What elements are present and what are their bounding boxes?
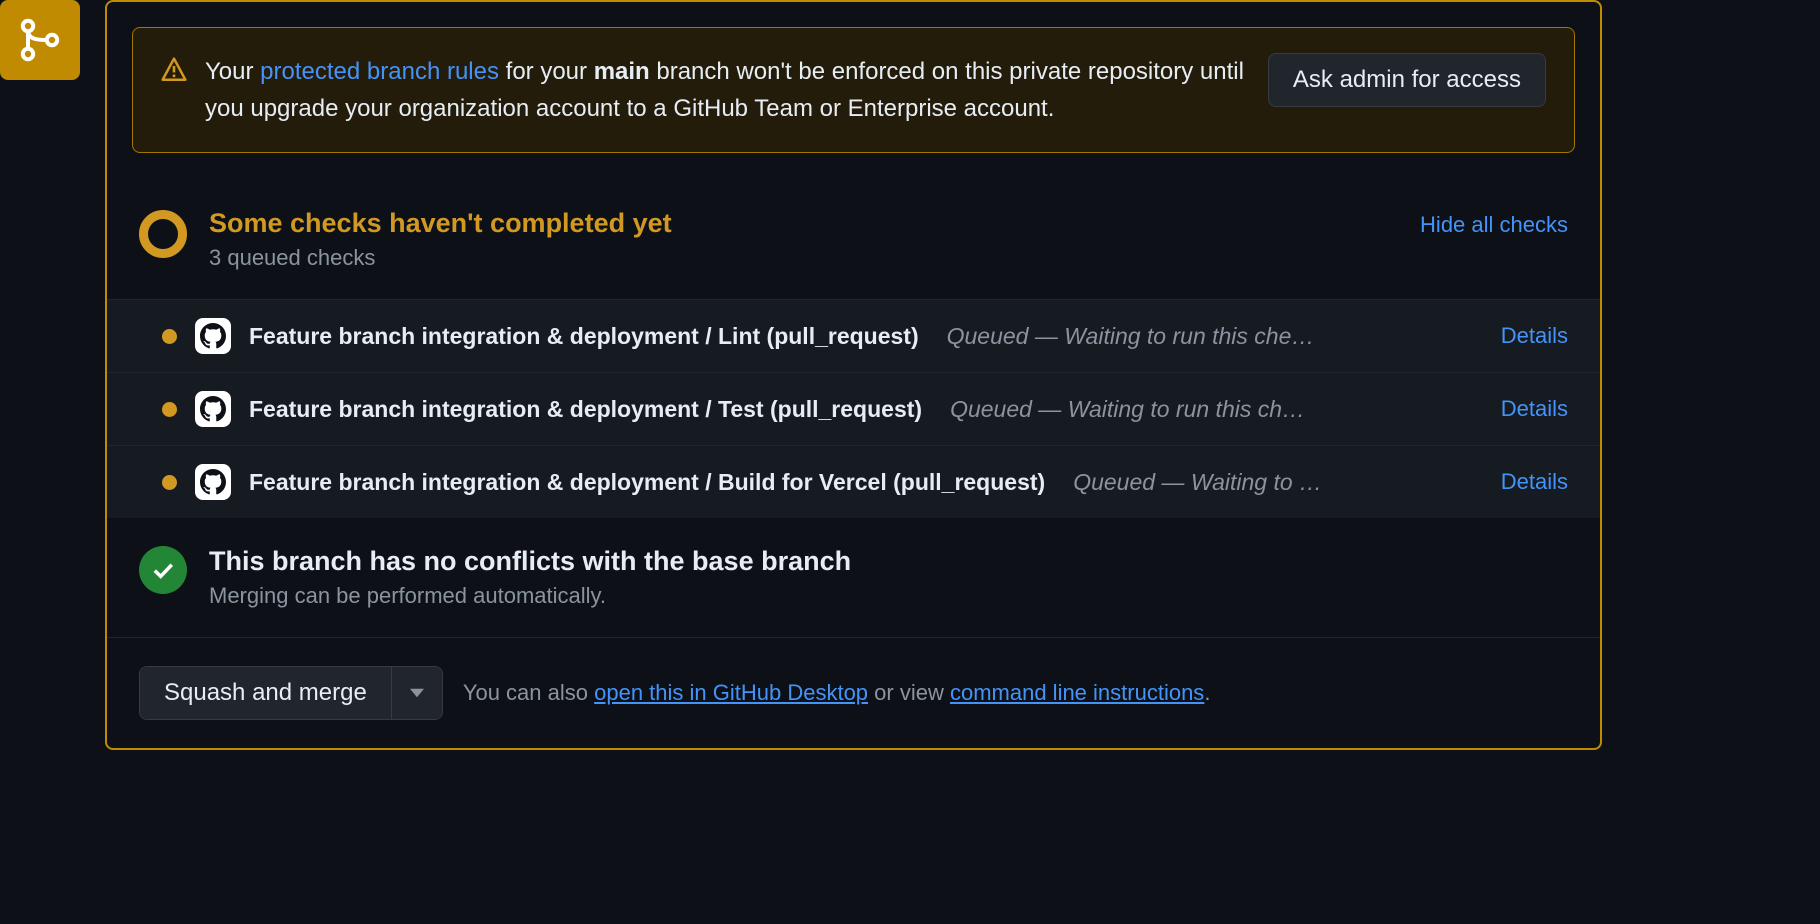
check-row: Feature branch integration & deployment … xyxy=(107,299,1600,372)
check-details-link[interactable]: Details xyxy=(1501,323,1568,349)
cli-instructions-link[interactable]: command line instructions xyxy=(950,680,1204,705)
open-desktop-link[interactable]: open this in GitHub Desktop xyxy=(594,680,868,705)
checks-summary: Some checks haven't completed yet 3 queu… xyxy=(107,178,1600,299)
github-actions-icon xyxy=(195,318,231,354)
conflict-title: This branch has no conflicts with the ba… xyxy=(209,546,851,577)
check-details-link[interactable]: Details xyxy=(1501,469,1568,495)
check-row: Feature branch integration & deployment … xyxy=(107,445,1600,518)
check-status: Queued — Waiting to run this ch… xyxy=(950,396,1483,423)
protected-branch-rules-link[interactable]: protected branch rules xyxy=(260,58,499,85)
git-merge-icon xyxy=(16,16,64,64)
protected-branch-warning: Your protected branch rules for your mai… xyxy=(132,27,1575,153)
queued-dot-icon xyxy=(162,475,177,490)
check-name: Feature branch integration & deployment … xyxy=(249,469,1045,496)
check-name: Feature branch integration & deployment … xyxy=(249,323,919,350)
merge-actions: Squash and merge You can also open this … xyxy=(107,637,1600,748)
merge-button-group: Squash and merge xyxy=(139,666,443,720)
merge-options-dropdown[interactable] xyxy=(391,667,442,719)
merge-conflict-status: This branch has no conflicts with the ba… xyxy=(107,518,1600,637)
alert-icon xyxy=(161,57,187,88)
github-actions-icon xyxy=(195,391,231,427)
merge-help-text: You can also open this in GitHub Desktop… xyxy=(463,680,1211,706)
merge-panel: Your protected branch rules for your mai… xyxy=(105,0,1602,750)
conflict-subtitle: Merging can be performed automatically. xyxy=(209,583,851,609)
check-details-link[interactable]: Details xyxy=(1501,396,1568,422)
github-actions-icon xyxy=(195,464,231,500)
pending-status-icon xyxy=(139,210,187,258)
checks-title: Some checks haven't completed yet xyxy=(209,208,1398,239)
check-status: Queued — Waiting to run this che… xyxy=(947,323,1483,350)
checks-subtitle: 3 queued checks xyxy=(209,245,1398,271)
panel-pointer xyxy=(105,30,107,58)
check-status: Queued — Waiting to … xyxy=(1073,469,1483,496)
queued-dot-icon xyxy=(162,329,177,344)
squash-merge-button[interactable]: Squash and merge xyxy=(140,667,391,719)
success-check-icon xyxy=(139,546,187,594)
queued-dot-icon xyxy=(162,402,177,417)
check-name: Feature branch integration & deployment … xyxy=(249,396,922,423)
merge-status-badge xyxy=(0,0,80,80)
caret-down-icon xyxy=(410,688,424,698)
warning-text: Your protected branch rules for your mai… xyxy=(205,53,1250,127)
toggle-checks-link[interactable]: Hide all checks xyxy=(1420,212,1568,238)
ask-admin-button[interactable]: Ask admin for access xyxy=(1268,53,1546,107)
check-row: Feature branch integration & deployment … xyxy=(107,372,1600,445)
